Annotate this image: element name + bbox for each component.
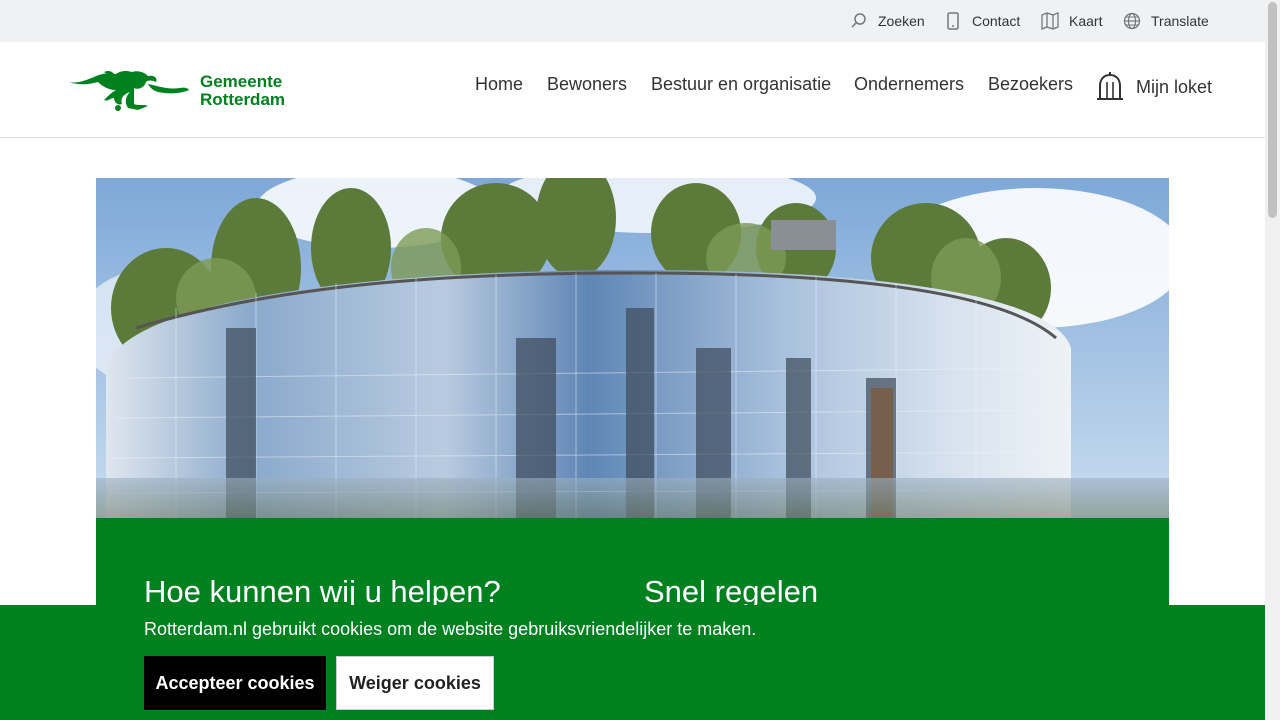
cookie-message: Rotterdam.nl gebruikt cookies om de webs… xyxy=(144,619,757,639)
rotterdam-lion-logo-icon xyxy=(69,70,189,111)
accept-cookies-button[interactable]: Accepteer cookies xyxy=(144,656,326,710)
translate-link[interactable]: Translate xyxy=(1123,0,1209,42)
scrollbar-thumb[interactable] xyxy=(1268,2,1277,218)
mijn-loket-link[interactable]: Mijn loket xyxy=(1096,72,1212,102)
utility-bar: Zoeken Contact Kaart Translate xyxy=(0,0,1265,42)
nav-bezoekers[interactable]: Bezoekers xyxy=(988,74,1073,95)
contact-label: Contact xyxy=(972,13,1021,29)
reject-cookies-button[interactable]: Weiger cookies xyxy=(336,656,494,710)
map-link[interactable]: Kaart xyxy=(1041,0,1102,42)
cookie-banner: Rotterdam.nl gebruikt cookies om de webs… xyxy=(0,605,1265,720)
nav-home[interactable]: Home xyxy=(475,74,523,95)
search-icon xyxy=(850,12,868,30)
scrollbar[interactable] xyxy=(1265,0,1280,720)
phone-icon xyxy=(944,12,962,30)
logo-line-2: Rotterdam xyxy=(200,90,286,109)
map-icon xyxy=(1041,12,1059,30)
hero-image xyxy=(96,178,1169,518)
nav-ondernemers[interactable]: Ondernemers xyxy=(854,74,964,95)
translate-label: Translate xyxy=(1151,13,1209,29)
logo[interactable]: Gemeente Rotterdam xyxy=(68,68,298,114)
map-label: Kaart xyxy=(1069,13,1103,29)
search-link[interactable]: Zoeken xyxy=(850,0,925,42)
globe-icon xyxy=(1123,12,1141,30)
search-label: Zoeken xyxy=(878,13,925,29)
logo-text: Gemeente Rotterdam xyxy=(200,73,285,109)
loket-bell-icon xyxy=(1097,72,1123,100)
logo-line-1: Gemeente xyxy=(200,72,283,91)
mijn-loket-label: Mijn loket xyxy=(1136,76,1213,97)
site-header: Gemeente Rotterdam Home Bewoners Bestuur… xyxy=(0,42,1265,138)
contact-link[interactable]: Contact xyxy=(944,0,1020,42)
nav-bewoners[interactable]: Bewoners xyxy=(547,74,627,95)
nav-bestuur[interactable]: Bestuur en organisatie xyxy=(651,74,831,95)
